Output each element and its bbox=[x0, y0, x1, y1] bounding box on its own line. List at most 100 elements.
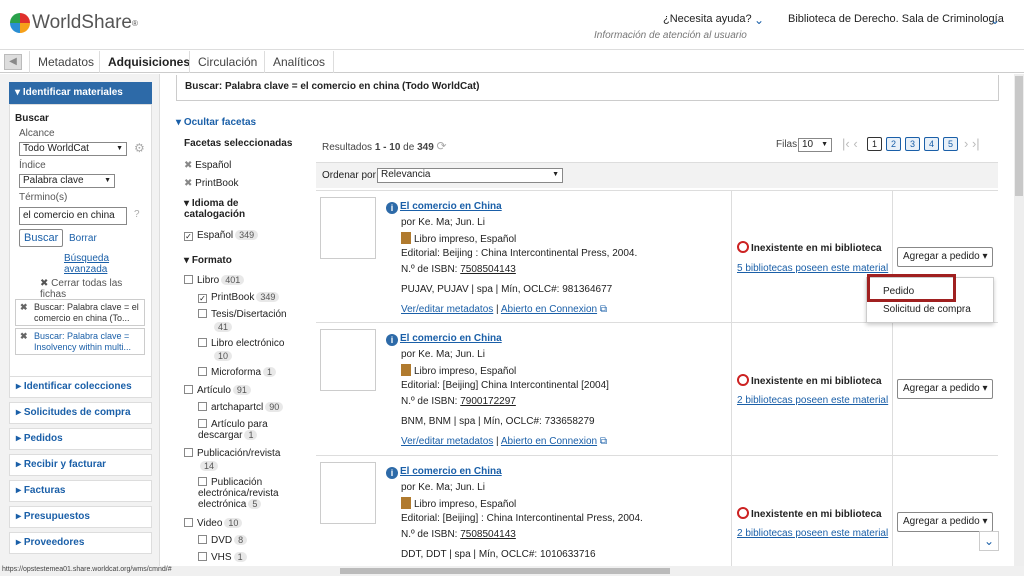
page-2[interactable]: 2 bbox=[886, 137, 902, 151]
info-icon[interactable]: i bbox=[386, 467, 398, 479]
add-to-order-button[interactable]: Agregar a pedido ▾ bbox=[897, 247, 993, 267]
first-prev-icon[interactable]: |‹ ‹ bbox=[842, 136, 858, 151]
checkbox[interactable] bbox=[198, 402, 207, 411]
help-link[interactable]: ¿Necesita ayuda? bbox=[663, 13, 752, 25]
tab-metadatos[interactable]: Metadatos bbox=[29, 51, 102, 73]
sidebar-item-presupuestos[interactable]: ▸ Presupuestos bbox=[9, 506, 152, 528]
checkbox[interactable]: ✓ bbox=[198, 294, 207, 303]
sidebar-item-proveedores[interactable]: ▸ Proveedores bbox=[9, 532, 152, 554]
holdings-link[interactable]: 2 bibliotecas poseen este material bbox=[737, 395, 888, 406]
language-facet-title[interactable]: ▾ Idioma de catalogación bbox=[184, 198, 274, 220]
edit-metadata-link[interactable]: Ver/editar metadatos bbox=[401, 436, 493, 447]
page-3[interactable]: 3 bbox=[905, 137, 921, 151]
scrollbar-thumb[interactable] bbox=[1015, 76, 1023, 196]
open-connexion-link[interactable]: Abierto en Connexion bbox=[501, 436, 597, 447]
checkbox[interactable] bbox=[198, 477, 207, 486]
result-title[interactable]: i El comercio en China bbox=[386, 201, 502, 214]
facet-option[interactable]: ✓ PrintBook 349 bbox=[198, 292, 280, 303]
selected-facet[interactable]: ✖ Español bbox=[184, 160, 231, 171]
tab-analiticos[interactable]: Analíticos bbox=[264, 51, 335, 73]
indice-select[interactable]: Palabra clave bbox=[19, 174, 115, 188]
holdings-link[interactable]: 2 bibliotecas poseen este material bbox=[737, 528, 888, 539]
checkbox[interactable] bbox=[198, 338, 207, 347]
checkbox[interactable] bbox=[198, 552, 207, 561]
facet-option[interactable]: Artículo 91 bbox=[184, 385, 251, 396]
close-icon[interactable]: ✖ bbox=[184, 160, 195, 171]
facet-option[interactable]: ✓ Español 349 bbox=[184, 230, 259, 241]
checkbox[interactable] bbox=[184, 275, 193, 284]
checkbox[interactable] bbox=[184, 518, 193, 527]
facet-option[interactable]: Microforma 1 bbox=[198, 367, 277, 378]
page-5[interactable]: 5 bbox=[943, 137, 959, 151]
gear-icon[interactable]: ⚙ bbox=[134, 141, 145, 155]
rows-select[interactable]: 10 bbox=[798, 138, 832, 152]
checkbox[interactable] bbox=[198, 535, 207, 544]
checkbox[interactable] bbox=[198, 309, 207, 318]
facet-option[interactable]: DVD 8 bbox=[198, 535, 248, 546]
help-subtitle: Información de atención al usuario bbox=[594, 30, 747, 41]
checkbox[interactable] bbox=[184, 385, 193, 394]
close-all-tabs[interactable]: ✖ Cerrar todas las fichas bbox=[40, 278, 151, 300]
collapse-icon[interactable]: ◀ bbox=[4, 54, 22, 70]
scroll-down-icon[interactable]: ⌄ bbox=[979, 531, 999, 551]
library-name[interactable]: Biblioteca de Derecho. Sala de Criminolo… bbox=[788, 13, 1004, 25]
sidebar-item-pedidos[interactable]: ▸ Pedidos bbox=[9, 428, 152, 450]
facet-option[interactable]: Artículo para descargar 1 bbox=[198, 419, 288, 441]
sidebar-item-colecciones[interactable]: ▸ Identificar colecciones bbox=[9, 376, 152, 398]
facet-option[interactable]: Tesis/Disertación bbox=[198, 309, 287, 320]
sidebar-item-solicitudes[interactable]: ▸ Solicitudes de compra bbox=[9, 402, 152, 424]
checkbox[interactable] bbox=[198, 367, 207, 376]
holding-status: Inexistente en mi biblioteca bbox=[737, 241, 882, 254]
close-icon[interactable]: ✖ bbox=[20, 331, 28, 342]
facet-option[interactable]: Video 10 bbox=[184, 518, 243, 529]
sidebar-item-recibir[interactable]: ▸ Recibir y facturar bbox=[9, 454, 152, 476]
facet-option[interactable]: VHS 1 bbox=[198, 552, 247, 563]
facet-option[interactable]: Libro 401 bbox=[184, 275, 245, 286]
checkbox[interactable] bbox=[198, 419, 207, 428]
info-icon[interactable]: i bbox=[386, 202, 398, 214]
close-icon[interactable]: ✖ bbox=[20, 302, 28, 313]
checkbox[interactable] bbox=[184, 448, 193, 457]
edit-metadata-link[interactable]: Ver/editar metadatos bbox=[401, 304, 493, 315]
add-to-order-button[interactable]: Agregar a pedido ▾ bbox=[897, 512, 993, 532]
info-icon[interactable]: i bbox=[386, 334, 398, 346]
open-connexion-link[interactable]: Abierto en Connexion bbox=[501, 304, 597, 315]
facet-option[interactable]: Libro electrónico bbox=[198, 338, 284, 349]
sidebar-head[interactable]: ▾ Identificar materiales bbox=[9, 82, 152, 104]
next-last-icon[interactable]: › ›| bbox=[964, 136, 980, 151]
menu-item-solicitud[interactable]: Solicitud de compra bbox=[883, 304, 971, 315]
chevron-down-icon[interactable]: ⌄ bbox=[754, 13, 764, 27]
help-icon[interactable]: ? bbox=[134, 209, 140, 220]
add-to-order-button[interactable]: Agregar a pedido ▾ bbox=[897, 379, 993, 399]
result-title[interactable]: i El comercio en China bbox=[386, 466, 502, 479]
page-1[interactable]: 1 bbox=[867, 137, 883, 151]
tab-adquisiciones[interactable]: Adquisiciones bbox=[99, 51, 198, 73]
chevron-down-icon[interactable]: ⌄ bbox=[990, 13, 1000, 27]
horizontal-scroll-thumb[interactable] bbox=[340, 568, 670, 574]
advanced-search-link[interactable]: Búsqueda avanzada bbox=[64, 253, 151, 275]
refresh-icon[interactable]: ⟳ bbox=[437, 139, 447, 153]
alcance-select[interactable]: Todo WorldCat bbox=[19, 142, 127, 156]
checkbox[interactable]: ✓ bbox=[184, 232, 193, 241]
scrollbar[interactable] bbox=[1014, 74, 1024, 574]
holdings-link[interactable]: 5 bibliotecas poseen este material bbox=[737, 263, 888, 274]
format-facet-title[interactable]: ▾ Formato bbox=[184, 255, 232, 266]
caret-down-icon: ▾ bbox=[982, 251, 988, 262]
hide-facets-link[interactable]: ▾ Ocultar facetas bbox=[176, 117, 256, 128]
facet-option[interactable]: Publicación electrónica/revista electrón… bbox=[198, 477, 292, 510]
close-icon[interactable]: ✖ bbox=[184, 178, 195, 189]
clear-button[interactable]: Borrar bbox=[69, 233, 97, 244]
facet-option[interactable]: Publicación/revista bbox=[184, 448, 280, 459]
worldshare-logo[interactable]: WorldShare ® bbox=[10, 12, 138, 34]
sort-select[interactable]: Relevancia bbox=[377, 168, 563, 183]
facet-option[interactable]: artchapartcl 90 bbox=[198, 402, 284, 413]
search-history-chip[interactable]: ✖ Buscar: Palabra clave = el comercio en … bbox=[15, 299, 145, 326]
search-input[interactable]: el comercio en china bbox=[19, 207, 127, 225]
selected-facet[interactable]: ✖ PrintBook bbox=[184, 178, 239, 189]
result-title[interactable]: i El comercio en China bbox=[386, 333, 502, 346]
search-button[interactable]: Buscar bbox=[19, 229, 64, 247]
tab-circulacion[interactable]: Circulación bbox=[189, 51, 265, 73]
search-history-chip[interactable]: ✖ Buscar: Palabra clave = Insolvency with… bbox=[15, 328, 145, 355]
sidebar-item-facturas[interactable]: ▸ Facturas bbox=[9, 480, 152, 502]
page-4[interactable]: 4 bbox=[924, 137, 940, 151]
